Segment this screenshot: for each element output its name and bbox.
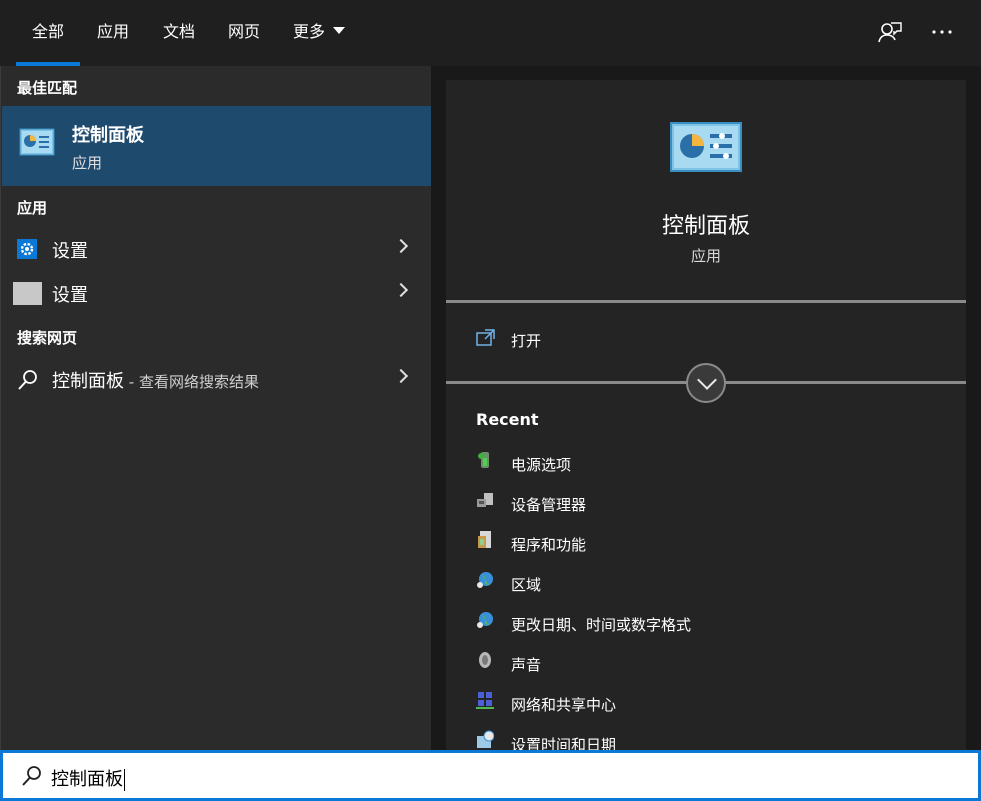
- recent-heading: Recent: [476, 410, 539, 429]
- tab-all[interactable]: 全部: [15, 0, 81, 66]
- text-cursor: [124, 769, 125, 791]
- network-icon: [476, 690, 494, 710]
- results-panel: 最佳匹配 控制面板 应用 应用 设置 设置 搜索网页 控制面板 - 查看网络搜索…: [0, 66, 432, 750]
- globe-clock-icon: [476, 610, 494, 630]
- recent-item-sound[interactable]: 声音: [476, 650, 876, 680]
- device-manager-icon: [476, 490, 494, 510]
- recent-item-network-sharing[interactable]: 网络和共享中心: [476, 690, 876, 720]
- recent-item-programs[interactable]: 程序和功能: [476, 530, 876, 560]
- search-icon: [21, 765, 43, 787]
- tab-apps[interactable]: 应用: [97, 0, 129, 66]
- web-search-result[interactable]: 控制面板 - 查看网络搜索结果: [1, 357, 432, 401]
- web-search-heading: 搜索网页: [17, 329, 78, 347]
- chevron-down-icon: [333, 27, 346, 34]
- divider: [446, 300, 966, 303]
- preview-panel: 控制面板 应用 打开 Recent 电源选项 设备管理器 程序和功能 区域 更改…: [431, 66, 981, 754]
- sound-icon: [476, 650, 494, 670]
- region-globe-icon: [476, 570, 494, 590]
- best-match-heading: 最佳匹配: [17, 79, 78, 97]
- app-result-settings-2[interactable]: 设置: [1, 271, 432, 315]
- best-match-subtitle: 应用: [72, 154, 103, 172]
- tab-more[interactable]: 更多: [293, 0, 346, 66]
- chevron-right-icon[interactable]: [393, 238, 409, 254]
- blank-app-icon: [13, 282, 42, 305]
- more-options-icon[interactable]: [928, 18, 956, 46]
- control-panel-large-icon: [670, 122, 742, 176]
- programs-icon: [476, 530, 494, 550]
- best-match-control-panel[interactable]: 控制面板 应用: [2, 106, 432, 186]
- open-label: 打开: [511, 332, 542, 350]
- web-result-suffix: - 查看网络搜索结果: [124, 373, 259, 391]
- chevron-right-icon[interactable]: [393, 282, 409, 298]
- recent-item-power-options[interactable]: 电源选项: [476, 450, 876, 480]
- gear-icon: [17, 239, 37, 259]
- open-external-icon: [476, 328, 496, 350]
- tab-web[interactable]: 网页: [228, 0, 260, 66]
- preview-title: 控制面板: [661, 214, 750, 239]
- search-icon: [17, 369, 39, 395]
- apps-heading: 应用: [17, 199, 48, 217]
- control-panel-icon: [19, 128, 55, 160]
- best-match-title: 控制面板: [72, 125, 144, 146]
- power-options-icon: [476, 450, 494, 470]
- chevron-right-icon[interactable]: [393, 368, 409, 384]
- search-input[interactable]: 控制面板: [51, 765, 125, 791]
- search-box[interactable]: 控制面板: [0, 750, 981, 801]
- recent-item-device-manager[interactable]: 设备管理器: [476, 490, 876, 520]
- open-action[interactable]: 打开: [476, 326, 676, 356]
- app-result-settings[interactable]: 设置: [1, 227, 432, 271]
- search-filter-bar: 全部 应用 文档 网页 更多: [0, 0, 981, 66]
- feedback-icon[interactable]: [876, 18, 904, 46]
- preview-subtitle: 应用: [690, 247, 721, 265]
- datetime-icon: [476, 730, 495, 750]
- app-result-label: 设置: [52, 285, 88, 306]
- recent-item-date-time-format[interactable]: 更改日期、时间或数字格式: [476, 610, 876, 640]
- tab-documents[interactable]: 文档: [163, 0, 195, 66]
- recent-item-region[interactable]: 区域: [476, 570, 876, 600]
- expand-button[interactable]: [686, 363, 726, 403]
- preview-card: 控制面板 应用 打开 Recent 电源选项 设备管理器 程序和功能 区域 更改…: [446, 80, 966, 754]
- web-result-query: 控制面板: [52, 371, 124, 392]
- app-result-label: 设置: [52, 241, 88, 262]
